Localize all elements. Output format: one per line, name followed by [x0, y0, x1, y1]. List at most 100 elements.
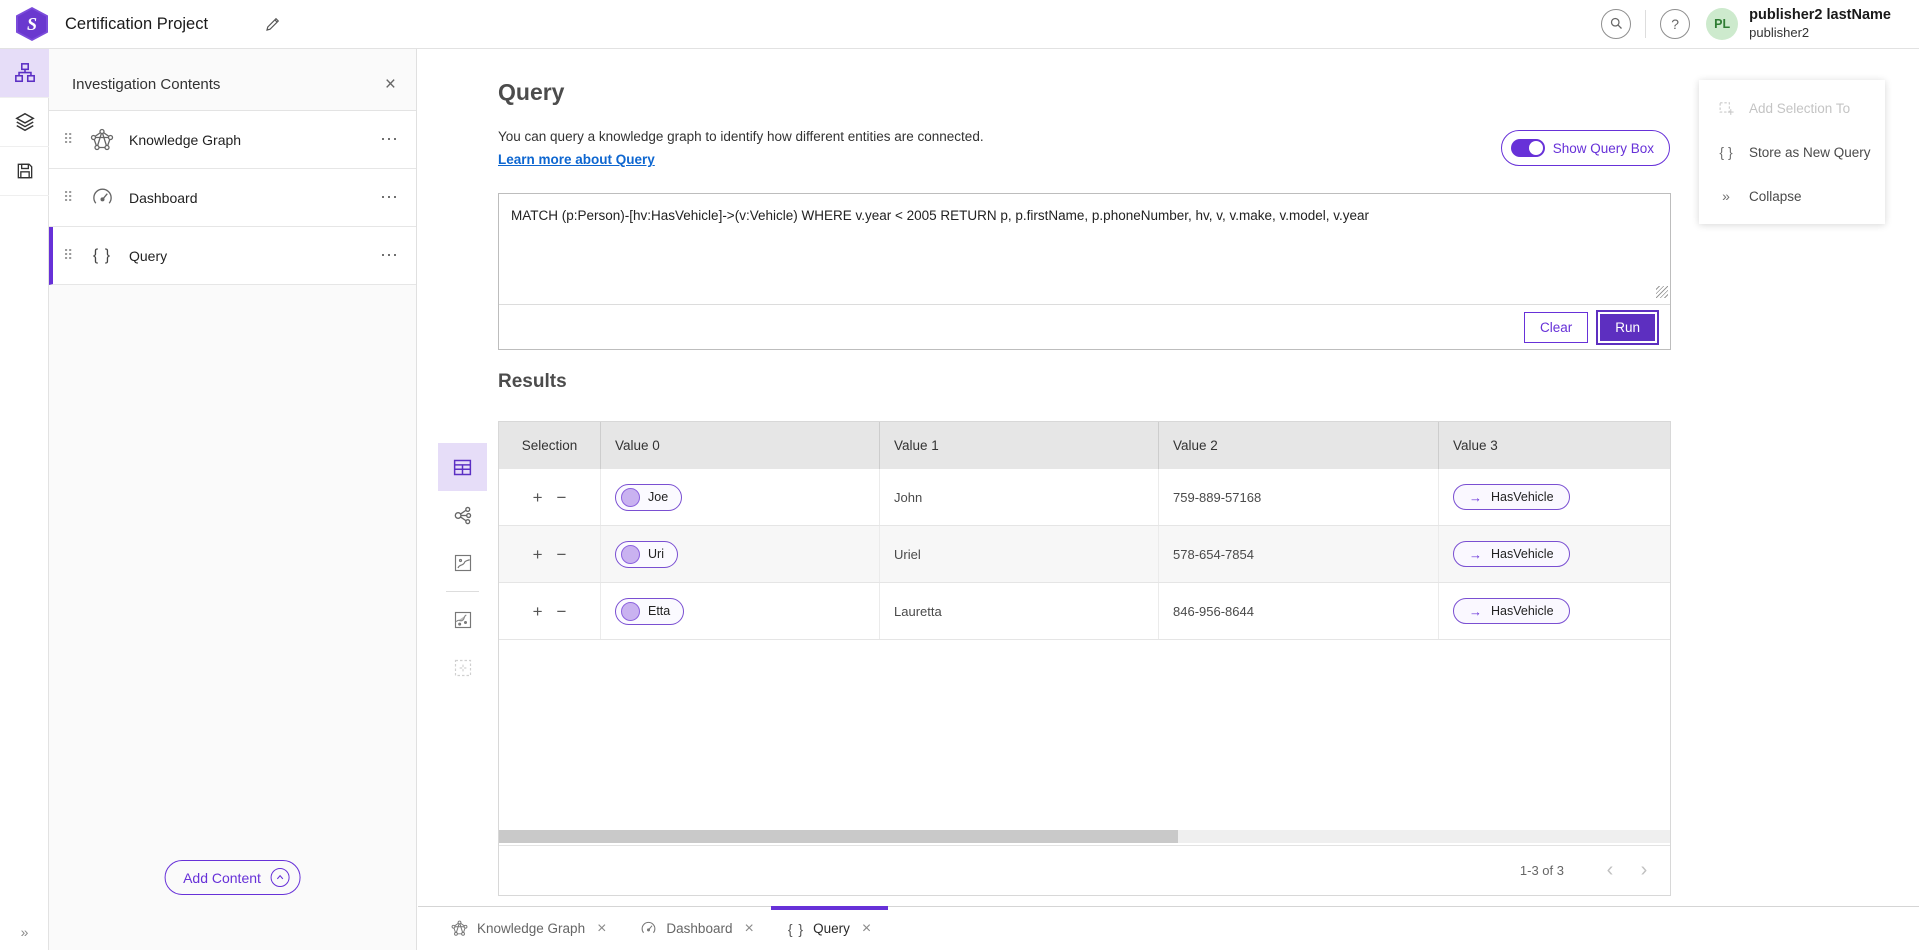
query-actions-menu: Add Selection To { } Store as New Query … — [1699, 80, 1885, 224]
add-selection-button[interactable]: + — [533, 603, 543, 620]
toggle-track — [1511, 139, 1545, 157]
remove-selection-button[interactable]: − — [557, 603, 567, 620]
selection-cell: + − — [499, 526, 601, 582]
close-tab-icon[interactable]: × — [597, 920, 606, 938]
menu-item-add-selection-to: Add Selection To — [1699, 86, 1885, 130]
view-switcher-divider — [446, 591, 479, 592]
entity-node-pill[interactable]: Etta — [615, 598, 684, 625]
results-view-switcher — [438, 443, 487, 692]
menu-item-store-as-new-query[interactable]: { } Store as New Query — [1699, 130, 1885, 174]
remove-selection-button[interactable]: − — [557, 489, 567, 506]
selection-cell: + − — [499, 469, 601, 525]
show-query-box-toggle[interactable]: Show Query Box — [1501, 130, 1670, 166]
tab-label: Knowledge Graph — [477, 921, 585, 936]
chevron-up-icon — [271, 868, 290, 887]
clear-button[interactable]: Clear — [1524, 312, 1588, 343]
tab-dashboard[interactable]: Dashboard × — [623, 907, 770, 950]
scrollbar-thumb[interactable] — [499, 830, 1178, 843]
resize-handle[interactable] — [1656, 286, 1668, 298]
phone-cell: 759-889-57168 — [1159, 469, 1439, 525]
edge-label: HasVehicle — [1491, 490, 1554, 504]
dashboard-icon — [640, 920, 657, 937]
search-icon[interactable] — [1601, 9, 1631, 39]
query-box-footer: Clear Run — [499, 304, 1670, 349]
menu-item-label: Collapse — [1749, 189, 1802, 204]
geo-map-view-icon[interactable] — [438, 596, 487, 644]
query-box: MATCH (p:Person)-[hv:HasVehicle]->(v:Veh… — [498, 193, 1671, 350]
column-header-selection[interactable]: Selection — [499, 422, 601, 469]
rail-item-layers[interactable] — [0, 98, 49, 147]
add-content-button[interactable]: Add Content — [164, 860, 301, 895]
edit-title-icon[interactable] — [264, 15, 282, 33]
close-tab-icon[interactable]: × — [862, 920, 871, 938]
bottom-tab-bar: Knowledge Graph × Dashboard × { } Query … — [418, 906, 1919, 950]
column-header-value2[interactable]: Value 2 — [1159, 422, 1439, 469]
close-tab-icon[interactable]: × — [744, 920, 753, 938]
entity-label: Etta — [648, 604, 670, 618]
help-icon[interactable]: ? — [1660, 9, 1690, 39]
drag-handle-icon[interactable]: ⠿ — [63, 189, 83, 206]
query-page: Query You can query a knowledge graph to… — [418, 49, 1919, 906]
left-rail: » — [0, 49, 49, 950]
edge-pill[interactable]: → HasVehicle — [1453, 541, 1570, 567]
first-name-cell: Uriel — [880, 526, 1159, 582]
query-input[interactable]: MATCH (p:Person)-[hv:HasVehicle]->(v:Veh… — [499, 194, 1670, 295]
expand-rail-icon[interactable]: » — [0, 924, 49, 940]
knowledge-graph-icon — [89, 128, 115, 152]
project-title: Certification Project — [65, 15, 208, 34]
user-avatar[interactable]: PL — [1706, 8, 1738, 40]
content-item-knowledge-graph[interactable]: ⠿ Knowledge Graph ⋯ — [49, 111, 416, 169]
edge-cell: → HasVehicle — [1439, 469, 1670, 525]
content-item-dashboard[interactable]: ⠿ Dashboard ⋯ — [49, 169, 416, 227]
edge-pill[interactable]: → HasVehicle — [1453, 598, 1570, 624]
table-view-icon[interactable] — [438, 443, 487, 491]
learn-more-link[interactable]: Learn more about Query — [498, 152, 655, 167]
phone-cell: 846-956-8644 — [1159, 583, 1439, 639]
drag-handle-icon[interactable]: ⠿ — [63, 131, 83, 148]
tab-query[interactable]: { } Query × — [771, 907, 888, 950]
menu-item-label: Add Selection To — [1749, 101, 1850, 116]
braces-icon: { } — [1716, 144, 1736, 160]
rail-item-contents[interactable] — [0, 49, 49, 98]
topbar-divider — [1645, 10, 1646, 38]
overflow-menu-icon[interactable]: ⋯ — [380, 245, 398, 266]
overflow-menu-icon[interactable]: ⋯ — [380, 129, 398, 150]
drag-handle-icon[interactable]: ⠿ — [63, 247, 83, 264]
entity-node-pill[interactable]: Joe — [615, 484, 682, 511]
previous-page-icon[interactable]: ‹ — [1596, 859, 1624, 882]
horizontal-scrollbar[interactable] — [499, 830, 1670, 843]
add-selection-button[interactable]: + — [533, 546, 543, 563]
column-header-value0[interactable]: Value 0 — [601, 422, 880, 469]
entity-node-pill[interactable]: Uri — [615, 541, 678, 568]
next-page-icon[interactable]: › — [1630, 859, 1658, 882]
close-panel-icon[interactable]: × — [385, 78, 396, 92]
add-content-label: Add Content — [183, 870, 261, 886]
map-view-icon[interactable] — [438, 539, 487, 587]
hierarchy-icon — [14, 62, 36, 84]
column-header-value3[interactable]: Value 3 — [1439, 422, 1670, 469]
user-menu[interactable]: publisher2 lastName publisher2 — [1749, 8, 1891, 40]
menu-item-label: Store as New Query — [1749, 145, 1871, 160]
overflow-menu-icon[interactable]: ⋯ — [380, 187, 398, 208]
results-title: Results — [498, 371, 567, 393]
rail-item-save[interactable] — [0, 147, 49, 196]
edge-pill[interactable]: → HasVehicle — [1453, 484, 1570, 510]
remove-selection-button[interactable]: − — [557, 546, 567, 563]
run-button[interactable]: Run — [1598, 312, 1657, 343]
save-icon — [15, 161, 35, 181]
entity-avatar — [621, 602, 640, 621]
network-view-icon[interactable] — [438, 491, 487, 539]
tab-label: Dashboard — [666, 921, 732, 936]
tab-knowledge-graph[interactable]: Knowledge Graph × — [434, 907, 623, 950]
entity-cell: Joe — [601, 469, 880, 525]
column-header-value1[interactable]: Value 1 — [880, 422, 1159, 469]
content-list: ⠿ Knowledge Graph ⋯ ⠿ Das — [49, 110, 416, 285]
top-bar: S Certification Project ? PL publisher2 … — [0, 0, 1919, 49]
content-item-query[interactable]: ⠿ { } Query ⋯ — [49, 227, 416, 285]
add-selection-button[interactable]: + — [533, 489, 543, 506]
user-name: publisher2 lastName — [1749, 8, 1891, 24]
entity-label: Uri — [648, 547, 664, 561]
add-selection-icon — [1716, 100, 1736, 117]
app-logo-icon[interactable]: S — [15, 6, 49, 42]
menu-item-collapse[interactable]: » Collapse — [1699, 174, 1885, 218]
